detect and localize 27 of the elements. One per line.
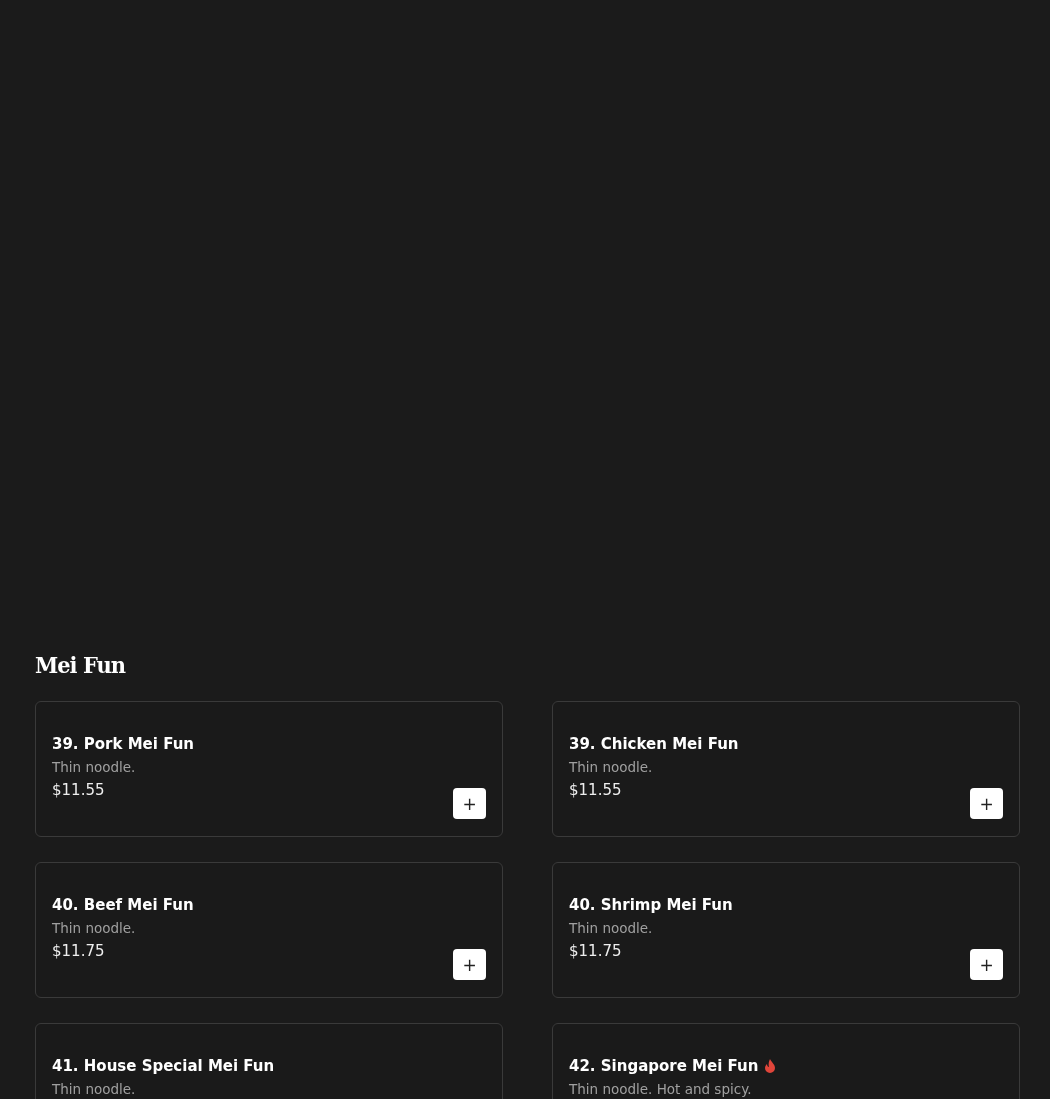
item-description: Thin noodle. Hot and spicy. [569,1081,753,1097]
item-name: 42. Singapore Mei Fun [569,1057,759,1075]
item-description: Thin noodle. [569,759,654,775]
menu-item-card[interactable]: 40. Shrimp Mei Fun Thin noodle. $11.75 + [552,862,1020,998]
item-description: Thin noodle. [52,1081,137,1097]
add-button[interactable]: + [970,788,1003,819]
item-price: $11.55 [52,781,106,799]
menu-item-card[interactable]: 39. Chicken Mei Fun Thin noodle. $11.55 + [552,701,1020,837]
item-name: 39. Pork Mei Fun [52,735,194,753]
item-description: Thin noodle. [52,920,137,936]
item-description: Thin noodle. [569,920,654,936]
menu-item-card[interactable]: 42. Singapore Mei Fun Thin noodle. Hot and spicy. [552,1023,1020,1099]
item-name: 40. Beef Mei Fun [52,896,194,914]
add-button[interactable]: + [453,949,486,980]
item-price: $11.55 [569,781,623,799]
item-price: $11.75 [52,942,106,960]
section-title: Mei Fun [35,650,125,679]
menu-item-card[interactable]: 40. Beef Mei Fun Thin noodle. $11.75 + [35,862,503,998]
add-button[interactable]: + [453,788,486,819]
menu-item-card[interactable]: 41. House Special Mei Fun Thin noodle. [35,1023,503,1099]
menu-item-card[interactable]: 39. Pork Mei Fun Thin noodle. $11.55 + [35,701,503,837]
item-name: 41. House Special Mei Fun [52,1057,275,1075]
add-button[interactable]: + [970,949,1003,980]
item-name: 39. Chicken Mei Fun [569,735,739,753]
item-price: $11.75 [569,942,623,960]
item-description: Thin noodle. [52,759,137,775]
item-name: 40. Shrimp Mei Fun [569,896,733,914]
